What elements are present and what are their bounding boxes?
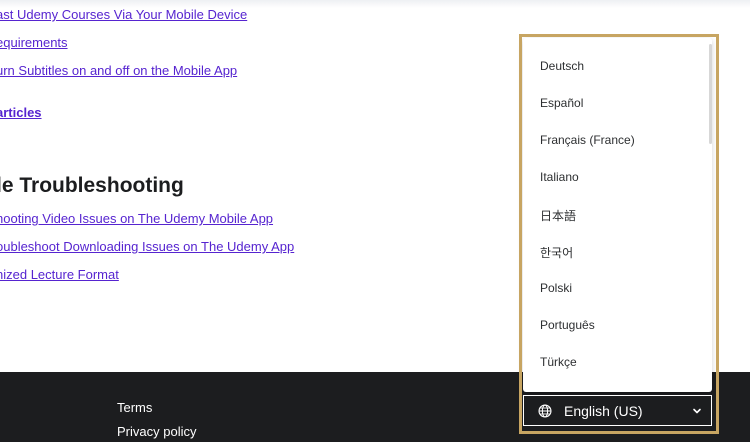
language-option-espanol[interactable]: Español bbox=[540, 96, 583, 110]
article-link-mobile-courses[interactable]: ast Udemy Courses Via Your Mobile Device bbox=[0, 7, 247, 22]
language-option-polski[interactable]: Polski bbox=[540, 281, 572, 295]
language-option-deutsch[interactable]: Deutsch bbox=[540, 59, 584, 73]
language-option-portugues[interactable]: Português bbox=[540, 318, 595, 332]
language-option-italiano[interactable]: Italiano bbox=[540, 170, 579, 184]
language-menu-scrollbar[interactable] bbox=[709, 44, 712, 144]
language-option-korean[interactable]: 한국어 bbox=[540, 244, 573, 261]
language-menu: Deutsch Español Français (France) Italia… bbox=[523, 38, 712, 392]
globe-icon bbox=[538, 404, 552, 418]
article-link-video-issues[interactable]: hooting Video Issues on The Udemy Mobile… bbox=[0, 211, 273, 226]
language-option-turkce[interactable]: Türkçe bbox=[540, 355, 577, 369]
language-selector-button[interactable]: English (US) bbox=[523, 395, 712, 426]
article-link-subtitles[interactable]: urn Subtitles on and off on the Mobile A… bbox=[0, 63, 237, 78]
article-link-requirements[interactable]: equirements bbox=[0, 35, 68, 50]
section-title: le Troubleshooting bbox=[0, 174, 184, 197]
language-option-francais[interactable]: Français (France) bbox=[540, 133, 635, 147]
footer-link-terms[interactable]: Terms bbox=[117, 400, 152, 415]
article-link-lecture-format[interactable]: nized Lecture Format bbox=[0, 267, 119, 282]
see-all-articles-link[interactable]: articles bbox=[0, 105, 42, 120]
language-option-japanese[interactable]: 日本語 bbox=[540, 207, 576, 224]
article-link-downloading-issues[interactable]: oubleshoot Downloading Issues on The Ude… bbox=[0, 239, 294, 254]
chevron-down-icon bbox=[693, 408, 701, 414]
footer-link-privacy-policy[interactable]: Privacy policy bbox=[117, 424, 196, 439]
language-selector-label: English (US) bbox=[564, 403, 643, 419]
